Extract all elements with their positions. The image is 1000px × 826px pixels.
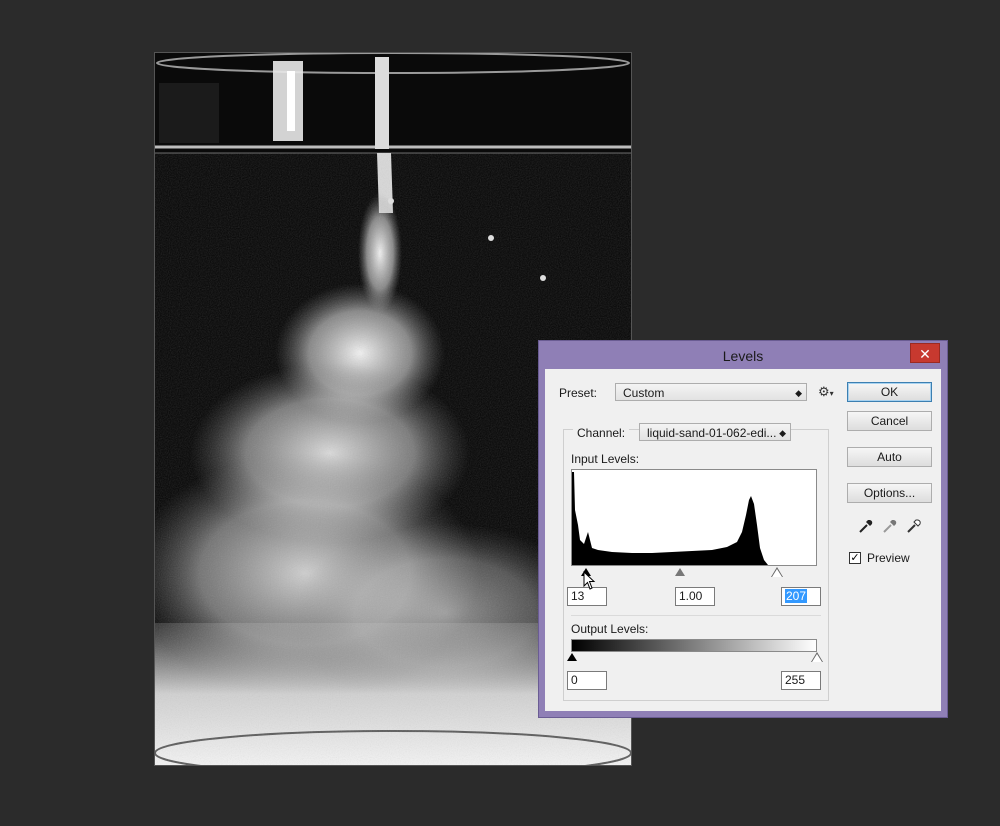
spinner-arrows-icon: ◆: [779, 428, 786, 438]
input-gamma-slider[interactable]: [675, 568, 685, 576]
preview-label: Preview: [867, 551, 910, 565]
input-gamma-value: 1.00: [679, 589, 703, 603]
preset-label: Preset:: [559, 386, 598, 400]
black-eyedropper-icon[interactable]: [857, 517, 875, 535]
gray-eyedropper-icon[interactable]: [881, 517, 899, 535]
auto-button[interactable]: Auto: [847, 447, 932, 467]
input-white-slider-fill: [772, 569, 782, 577]
channel-select[interactable]: liquid-sand-01-062-edi... ◆: [639, 423, 791, 441]
preview-checkbox[interactable]: ✓: [849, 552, 861, 564]
preset-value: Custom: [623, 386, 665, 400]
output-black-slider[interactable]: [567, 653, 577, 661]
input-white-field[interactable]: 207: [781, 587, 821, 606]
preset-select[interactable]: Custom ◆: [615, 383, 807, 401]
output-white-slider-fill: [812, 654, 822, 662]
input-black-value: 13: [571, 589, 585, 603]
mouse-cursor-icon: [583, 571, 596, 590]
options-button[interactable]: Options...: [847, 483, 932, 503]
cancel-button[interactable]: Cancel: [847, 411, 932, 431]
output-levels-label: Output Levels:: [571, 622, 649, 636]
levels-divider: [571, 615, 821, 616]
ok-button[interactable]: OK: [847, 382, 932, 402]
channel-value: liquid-sand-01-062-edi...: [647, 426, 777, 440]
levels-dialog: Levels ✕ Preset: Custom ◆ ⚙▾ Channel: li…: [538, 340, 948, 718]
channel-label: Channel:: [573, 426, 630, 440]
close-button[interactable]: ✕: [910, 343, 940, 363]
output-gradient-bar: [571, 639, 817, 652]
gear-icon[interactable]: ⚙▾: [818, 384, 834, 400]
dialog-title: Levels: [722, 348, 764, 364]
output-black-value: 0: [571, 673, 578, 687]
white-eyedropper-icon[interactable]: [905, 517, 923, 535]
input-gamma-field[interactable]: 1.00: [675, 587, 715, 606]
input-white-value: 207: [785, 589, 808, 603]
output-black-field[interactable]: 0: [567, 671, 607, 690]
spinner-arrows-icon: ◆: [795, 388, 802, 398]
dialog-body: Preset: Custom ◆ ⚙▾ Channel: liquid-sand…: [545, 369, 941, 711]
histogram: [571, 469, 817, 566]
output-white-value: 255: [785, 673, 806, 687]
output-white-field[interactable]: 255: [781, 671, 821, 690]
input-levels-label: Input Levels:: [571, 452, 640, 466]
histogram-graph: [572, 472, 768, 565]
